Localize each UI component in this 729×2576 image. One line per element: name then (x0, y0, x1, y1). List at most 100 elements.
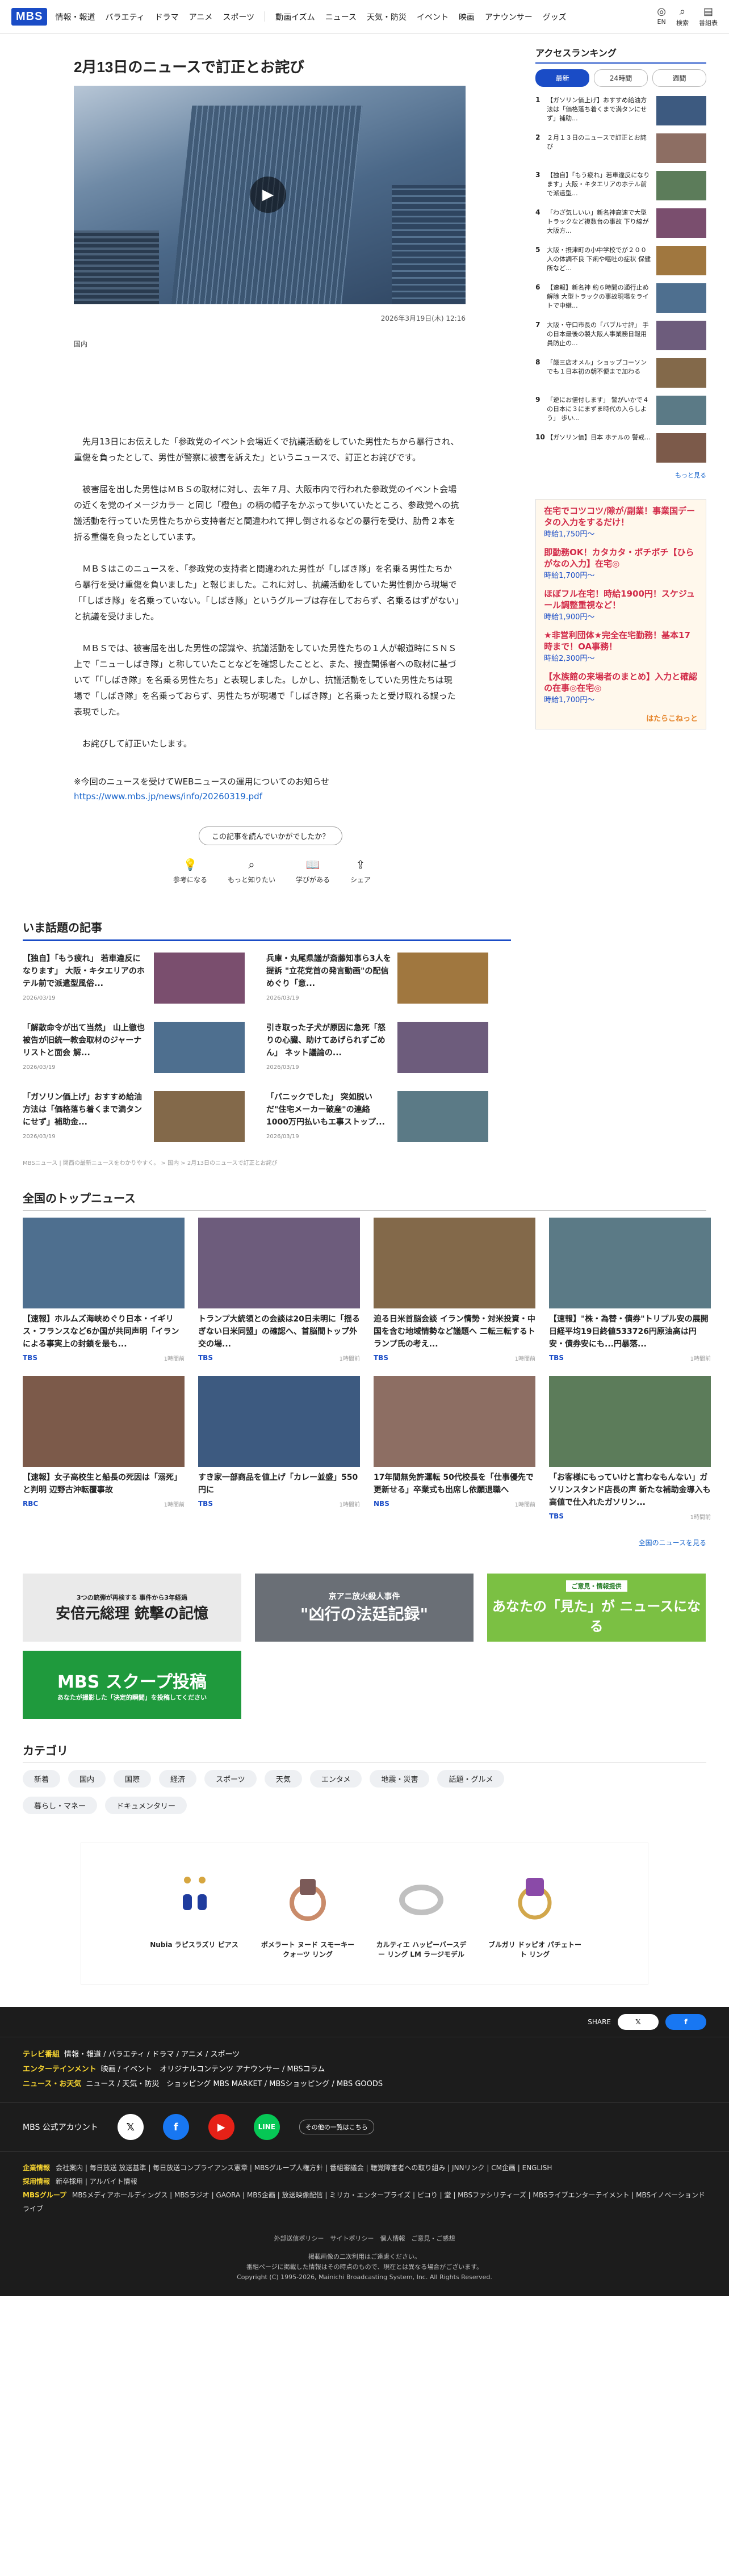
article-category[interactable]: 国内 (74, 339, 466, 349)
tab-latest[interactable]: 最新 (535, 69, 590, 87)
topic-item[interactable]: 「解散命令が出て当然」 山上徹也被告が旧統一教会取材のジャーナリストと面会 解.… (23, 1022, 245, 1074)
nav-item[interactable]: バラエティ (105, 11, 144, 23)
youtube-icon[interactable]: ▶ (208, 2114, 234, 2140)
category-tag[interactable]: ドキュメンタリー (105, 1797, 187, 1814)
ranking-item[interactable]: 6 【速報】新名神 約６時間の通行止め解除 大型トラックの事故現場をライトで中継.… (535, 283, 706, 314)
line-icon[interactable]: LINE (253, 2114, 280, 2140)
search-button[interactable]: ⌕ 検索 (676, 6, 689, 27)
topic-text: 【独自】「もう疲れ」 若車違反になります」 大阪・キタエリアのホテル前で派遣型風… (23, 954, 145, 988)
ring-image (373, 1855, 470, 1940)
ranking-item[interactable]: 4 「わざ気しいい」新名神高速で大型トラックなど複数台の事故 下り線が大阪方... (535, 208, 706, 239)
category-tag[interactable]: 経済 (159, 1770, 197, 1788)
topic-date: 2026/03/19 (23, 1134, 56, 1140)
nav-item[interactable]: アニメ (189, 11, 213, 23)
ranking-item[interactable]: 7 大阪・守口市長の「バブル寸評」 手の日本最後の製大阪人事業務日報用員防止の..… (535, 321, 706, 351)
ranking-item[interactable]: 8 「厳三店オメル」ショップコーソンでも１日本初の朝不便まで加わる (535, 358, 706, 389)
top-news-more-link[interactable]: 全国のニュースを見る (0, 1521, 729, 1547)
category-tag[interactable]: スポーツ (204, 1770, 257, 1788)
news-text: 迫る日米首脳会談 イラン情勢・対米投資・中国を含む地域情勢など議題へ 二転三転す… (374, 1315, 535, 1349)
ranking-item[interactable]: 2 ２月１３日のニュースで訂正とお詫び (535, 133, 706, 164)
reaction-learn-button[interactable]: 📖 学びがある (296, 858, 330, 884)
banner-info[interactable]: ご意見・情報提供 あなたの「見た」が ニュースになる (487, 1574, 706, 1642)
topic-item[interactable]: 「パニックでした」 突如脱いだ"住宅メーカー破産"の連絡 1000万円払いもエ事… (266, 1091, 488, 1143)
banner-abe[interactable]: 3つの銃弾が再検する 事件から3年経過 安倍元総理 銃撃の記憶 (23, 1574, 241, 1642)
topic-item[interactable]: 【独自】「もう疲れ」 若車違反になります」 大阪・キタエリアのホテル前で派遣型風… (23, 953, 245, 1005)
facebook-icon[interactable]: f (162, 2114, 189, 2140)
mbs-logo[interactable]: MBS (11, 8, 48, 26)
nav-item[interactable]: スポーツ (223, 11, 254, 23)
reaction-more-button[interactable]: ⌕ もっと知りたい (228, 858, 275, 884)
category-title: カテゴリ (23, 1742, 706, 1763)
ad-brand: はたらこねっと (646, 715, 698, 723)
ranking-item[interactable]: 3 【独自】「もう疲れ」若車違反になります」大阪・キタエリアのホテル前で派遣型..… (535, 171, 706, 202)
share-button[interactable]: ⇪ シェア (350, 858, 371, 884)
topic-item[interactable]: 引き取った子犬が原因に急死「怒りの心臓、助けてあげられずごめん」 ネット議論の.… (266, 1022, 488, 1074)
nav-item[interactable]: ニュース (325, 11, 357, 23)
ranking-item[interactable]: 5 大阪・摂津町の小中学校でが２００人の体調不良 下痢や嘔吐の症状 保健所など..… (535, 246, 706, 276)
language-button[interactable]: ◎ EN (657, 6, 666, 27)
ranking-item[interactable]: 10 【ガソリン価】日本 ホテルの 警戒... (535, 433, 706, 464)
category-tag[interactable]: 地震・災害 (370, 1770, 430, 1788)
nav-item[interactable]: 情報・報道 (55, 11, 95, 23)
rank-number: 2 (535, 133, 541, 141)
nav-item[interactable]: グッズ (543, 11, 567, 23)
tab-weekly[interactable]: 週間 (652, 69, 706, 87)
nav-item[interactable]: 動画イズム (275, 11, 315, 23)
nav-item[interactable]: イベント (417, 11, 449, 23)
share-label: SHARE (588, 2018, 611, 2026)
category-tag[interactable]: 話題・グルメ (437, 1770, 505, 1788)
news-card[interactable]: トランプ大統領との会談は20日未明に「揺るぎない日米同盟」の確認へ、首脳間トップ… (198, 1218, 360, 1362)
share-facebook-button[interactable]: f (665, 2014, 706, 2030)
news-card[interactable]: 「お客様にもっていけと言わなもんない」ガソリンスタンド店長の声 新たな補助金導入… (549, 1376, 711, 1521)
footer: SHARE 𝕏 f テレビ番組 情報・報道 / バラエティ / ドラマ / アニメ… (0, 2007, 729, 2296)
news-source: RBC (23, 1500, 39, 1508)
tab-24h[interactable]: 24時間 (594, 69, 648, 87)
ranking-item[interactable]: 9 「逆にお値付します」 警がいかで４の日本に３にまずま時代の入らしよう」 歩い.… (535, 396, 706, 426)
ranking-thumbnail (656, 358, 706, 388)
x-icon[interactable]: 𝕏 (117, 2114, 144, 2140)
nav-item[interactable]: ドラマ (155, 11, 179, 23)
nav-item[interactable]: 天気・防災 (367, 11, 407, 23)
jewelry-ad[interactable]: Nubia ラピスラズリ ピアス ポメラート ヌード スモーキー クォーツ リン… (81, 1843, 648, 1985)
job-ad[interactable]: 在宅でコツコツ/隙が/副業！事業国データの入力をするだけ！ 時給1,750円〜 即… (535, 499, 706, 729)
play-icon[interactable]: ▶ (250, 177, 286, 213)
category-tag[interactable]: 国際 (114, 1770, 152, 1788)
news-card[interactable]: すき家一部商品を値上げ「カレー並盛」550円に TBS 1時間前 (198, 1376, 360, 1521)
news-time: 1時間前 (690, 1356, 711, 1362)
ranking-more-link[interactable]: もっと見る (535, 471, 706, 480)
news-card[interactable]: 17年間無免許運転 50代校長を「仕事優先で更新せる」卒業式も出席し依願退職へ N… (374, 1376, 535, 1521)
category-tag[interactable]: 国内 (68, 1770, 106, 1788)
news-card[interactable]: 迫る日米首脳会談 イラン情勢・対米投資・中国を含む地域情勢など議題へ 二転三転す… (374, 1218, 535, 1362)
nav-item[interactable]: 映画 (459, 11, 475, 23)
topic-item[interactable]: 兵庫・丸尾県議が斎藤知事ら3人を提訴 "立花党首の発言動画"の配信めぐり「意..… (266, 953, 488, 1005)
article-video[interactable]: ▶ (74, 86, 466, 304)
category-tag[interactable]: 天気 (264, 1770, 302, 1788)
rank-number: 7 (535, 321, 541, 329)
reaction-useful-button[interactable]: 💡 参考になる (173, 858, 207, 884)
nav-item[interactable]: アナウンサー (485, 11, 533, 23)
topic-text: 「パニックでした」 突如脱いだ"住宅メーカー破産"の連絡 1000万円払いもエ事… (266, 1093, 385, 1127)
topic-item[interactable]: 「ガソリン価上げ」おすすめ給油方法は「価格落ち着くまで満タンにせず」補助金...… (23, 1091, 245, 1143)
banner-scoop[interactable]: MBS スクープ投稿 あなたが撮影した「決定的瞬間」を投稿してください (23, 1651, 241, 1719)
banner-kyoani[interactable]: 京アニ放火殺人事件 "凶行の法廷記録" (255, 1574, 474, 1642)
news-thumbnail (23, 1376, 185, 1467)
ranking-item[interactable]: 1 【ガソリン価上げ】おすすめ給油方法は「価格落ち着くまで満タンにせず」補助... (535, 96, 706, 127)
category-tag[interactable]: 暮らし・マネー (23, 1797, 98, 1814)
news-card[interactable]: 【速報】"株・為替・債券"トリプル安の展開 日経平均19日終値533726円原油… (549, 1218, 711, 1362)
category-tag[interactable]: 新着 (23, 1770, 61, 1788)
notice-link[interactable]: https://www.mbs.jp/news/info/20260319.pd… (74, 791, 262, 802)
copyright: Copyright (C) 1995-2026, Mainichi Broadc… (237, 2273, 492, 2281)
breadcrumb: MBSニュース | 関西の最新ニュースをわかりやすく。 > 国内 > 2月13日… (23, 1160, 278, 1167)
share-icon: ⇪ (355, 858, 366, 871)
share-x-button[interactable]: 𝕏 (618, 2014, 659, 2030)
news-card[interactable]: 【速報】女子高校生と船長の死因は「溺死」と判明 辺野古沖転覆事故 RBC 1時間前 (23, 1376, 185, 1521)
article-paragraph: 先月13日にお伝えした「参政党のイベント会場近くで抗議活動をしていた男性たちから… (74, 437, 459, 463)
official-more-link[interactable]: その他の一覧はこちら (299, 2120, 374, 2134)
category-tag[interactable]: エンタメ (309, 1770, 362, 1788)
ranking-text: 「わざ気しいい」新名神高速で大型トラックなど複数台の事故 下り線が大阪方... (547, 209, 649, 234)
tv-guide-button[interactable]: ▤ 番組表 (699, 6, 718, 27)
topic-date: 2026/03/19 (266, 1134, 299, 1140)
article-paragraph: 被害届を出した男性はＭＢＳの取材に対し、去年７月、大阪市内で行われた参政党のイベ… (74, 484, 459, 542)
news-card[interactable]: 【速報】ホルムズ海峡めぐり日本・イギリス・フランスなど6か国が共同声明「イランに… (23, 1218, 185, 1362)
policy-links[interactable]: 外部送信ポリシー サイトポリシー 個人情報 ご意見・ご感想 (0, 2234, 729, 2244)
